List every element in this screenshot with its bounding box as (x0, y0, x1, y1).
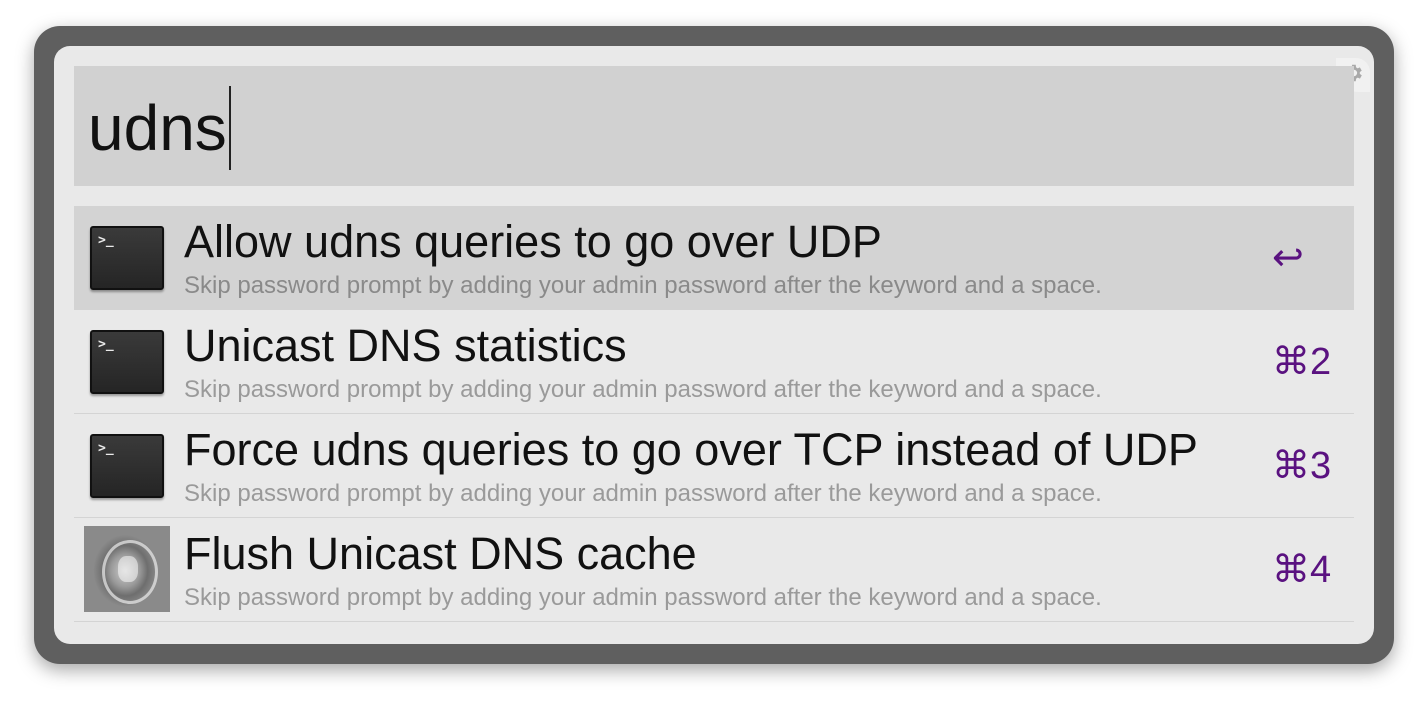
search-input[interactable]: udns (88, 86, 231, 170)
result-row-2[interactable]: >_ Unicast DNS statistics Skip password … (74, 310, 1354, 414)
result-subtitle: Skip password prompt by adding your admi… (184, 584, 1102, 611)
result-subtitle: Skip password prompt by adding your admi… (184, 480, 1102, 507)
result-row-1[interactable]: >_ Allow udns queries to go over UDP Ski… (74, 206, 1354, 310)
result-title: Unicast DNS statistics (184, 320, 627, 371)
text-caret (228, 86, 231, 170)
result-row-4[interactable]: Flush Unicast DNS cache Skip password pr… (74, 518, 1354, 622)
result-subtitle: Skip password prompt by adding your admi… (184, 376, 1102, 403)
launcher-panel: udns >_ Allow udns queries to go over UD… (54, 46, 1374, 644)
terminal-icon: >_ (90, 226, 164, 290)
result-subtitle: Skip password prompt by adding your admi… (184, 272, 1102, 299)
cmd-3-shortcut: ⌘3 (1272, 445, 1332, 487)
result-title: Allow udns queries to go over UDP (184, 216, 882, 267)
terminal-icon: >_ (90, 434, 164, 498)
result-title: Force udns queries to go over TCP instea… (184, 424, 1198, 475)
launcher-window: udns >_ Allow udns queries to go over UD… (34, 26, 1394, 664)
search-query: udns (88, 92, 227, 164)
terminal-icon: >_ (90, 330, 164, 394)
cmd-4-shortcut: ⌘4 (1272, 549, 1332, 591)
result-title: Flush Unicast DNS cache (184, 528, 697, 579)
return-key-shortcut: ↩ (1272, 237, 1304, 279)
results-list: >_ Allow udns queries to go over UDP Ski… (74, 206, 1354, 622)
toilet-flush-icon (84, 526, 170, 612)
cmd-2-shortcut: ⌘2 (1272, 341, 1332, 383)
search-bar[interactable]: udns (74, 66, 1354, 186)
result-row-3[interactable]: >_ Force udns queries to go over TCP ins… (74, 414, 1354, 518)
